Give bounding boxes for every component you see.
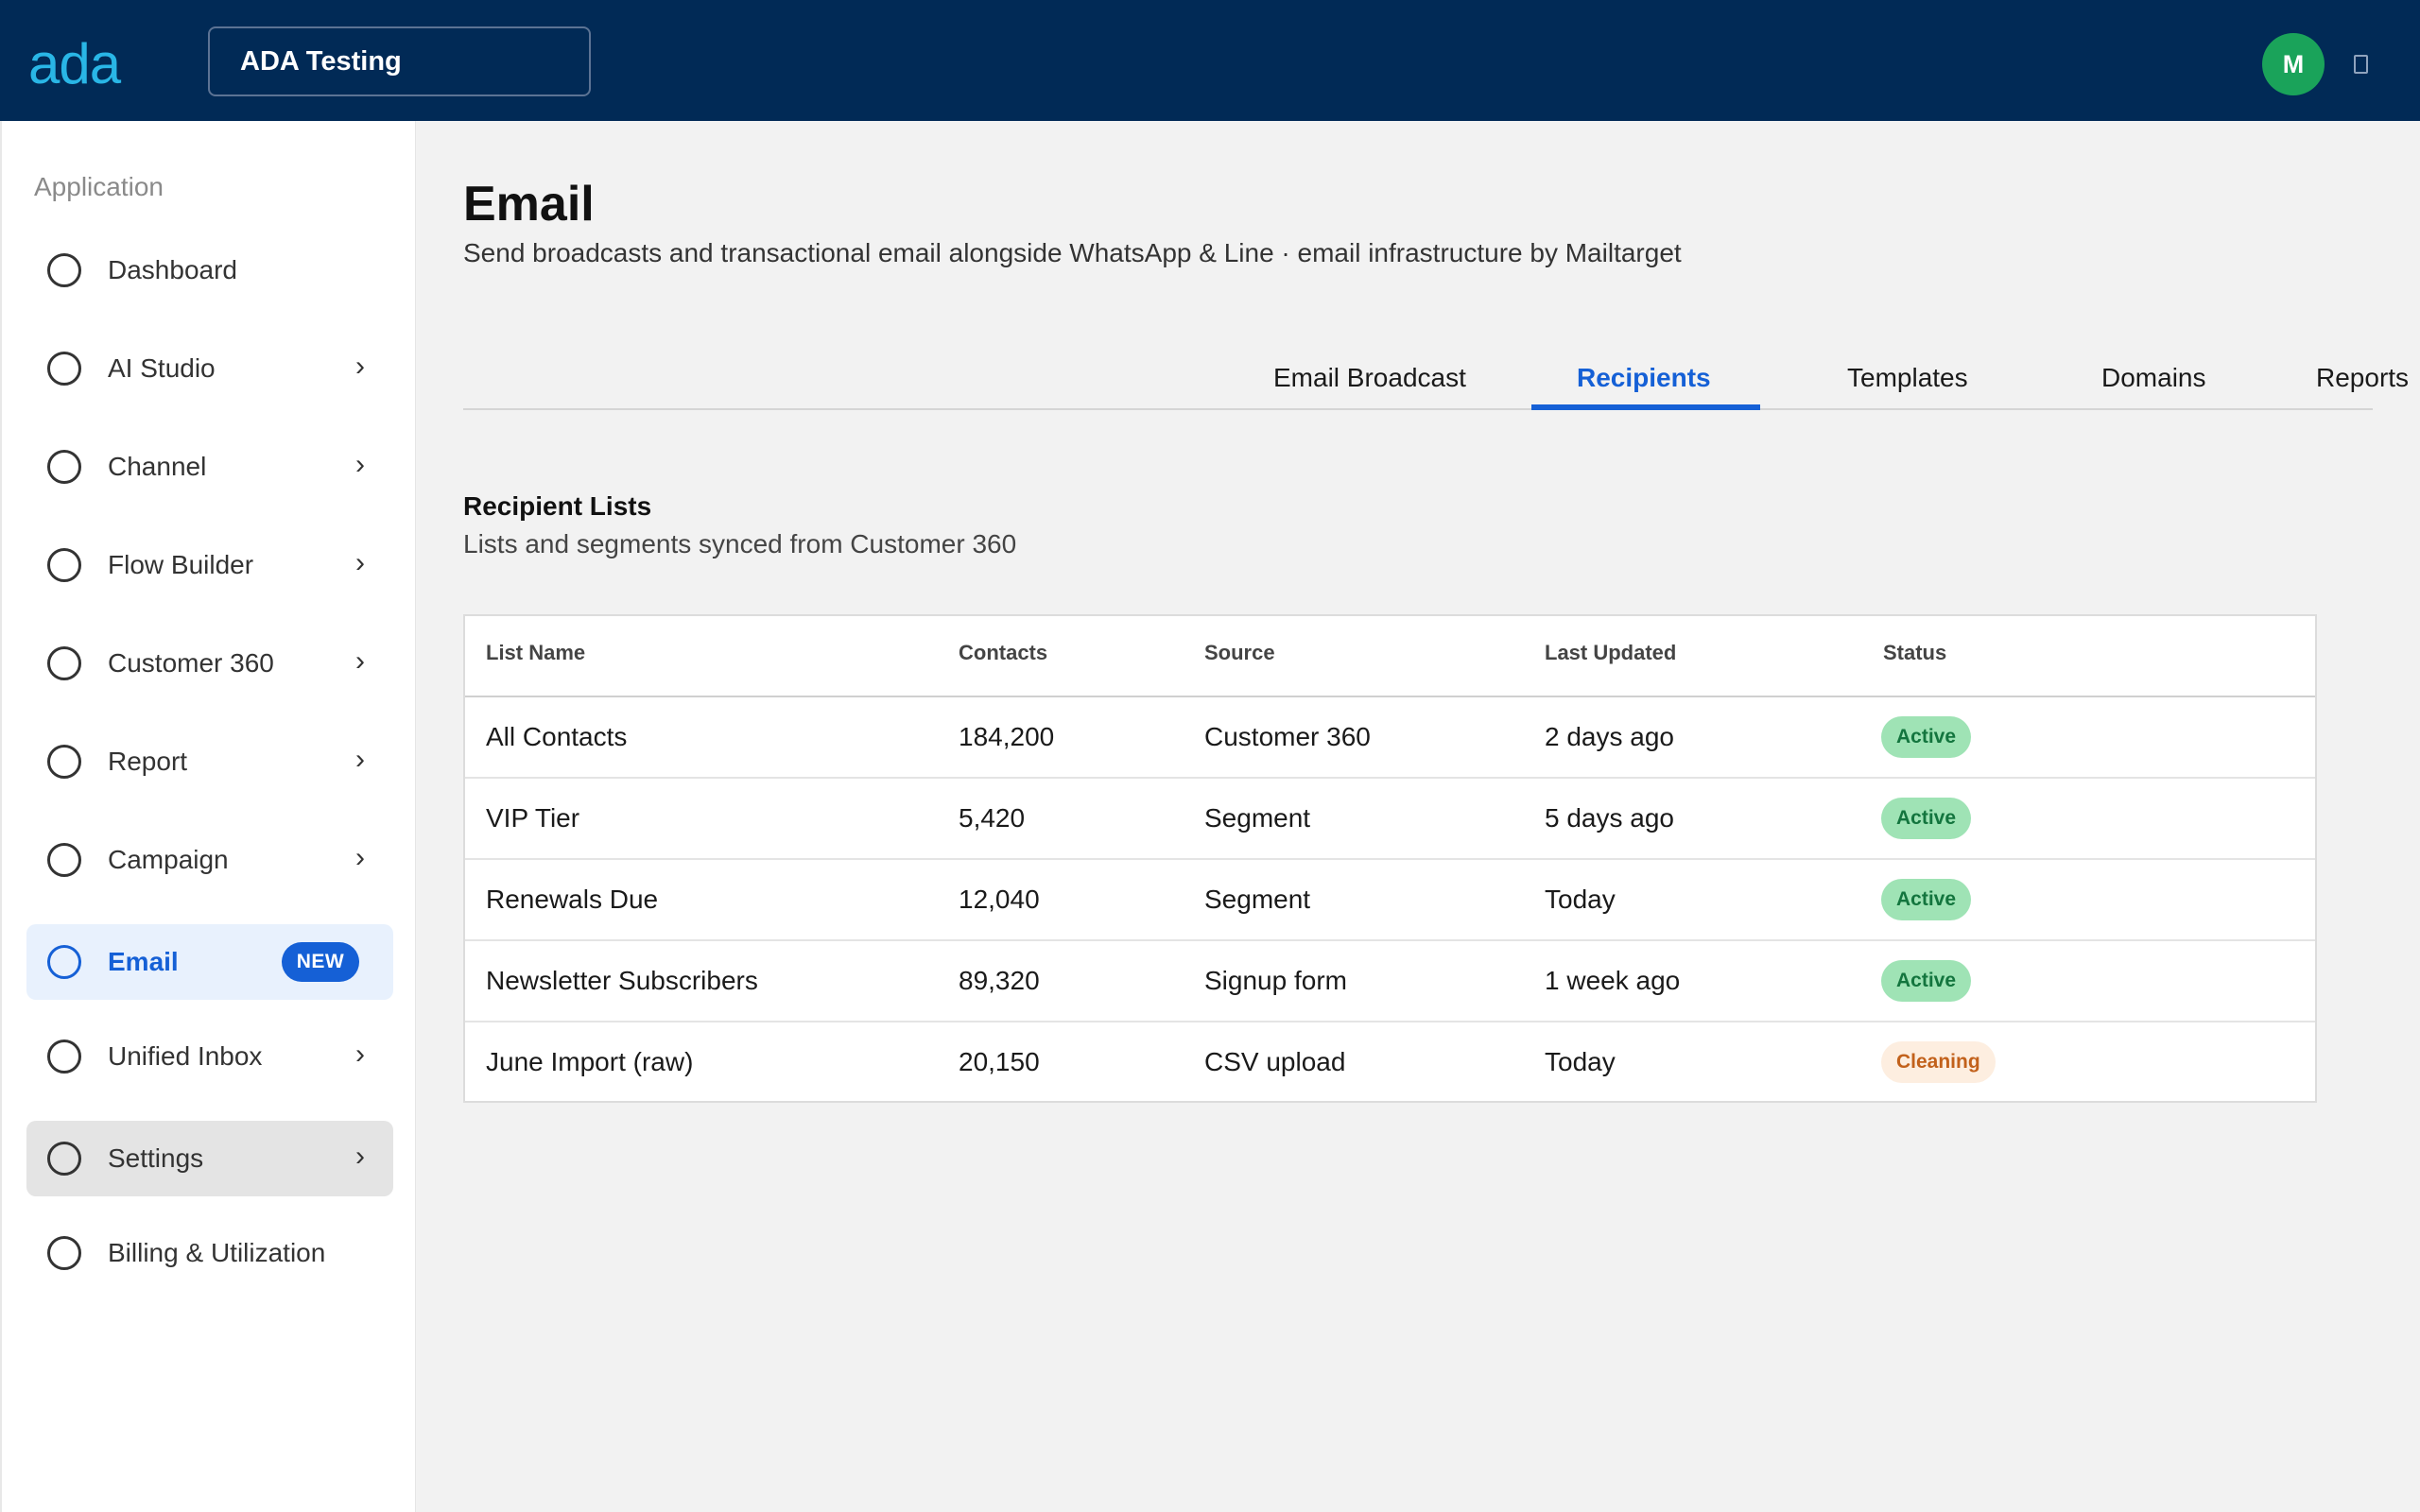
recipient-lists-table: List Name Contacts Source Last Updated S… <box>463 614 2317 1103</box>
sidebar-item-report[interactable]: Report › <box>26 724 393 799</box>
circle-icon <box>47 745 81 779</box>
column-header-last-updated[interactable]: Last Updated <box>1545 641 1676 665</box>
sidebar-item-label: Report <box>108 747 188 776</box>
chevron-right-icon: › <box>355 449 365 480</box>
chevron-right-icon: › <box>355 547 365 578</box>
table-header: List Name Contacts Source Last Updated S… <box>465 616 2315 697</box>
source-cell: Segment <box>1204 885 1311 914</box>
table-row[interactable]: June Import (raw) 20,150 CSV upload Toda… <box>465 1022 2315 1104</box>
status-badge: Active <box>1881 960 1972 1002</box>
source-cell: Signup form <box>1204 966 1347 995</box>
active-tab-indicator <box>1531 404 1760 410</box>
status-badge: Cleaning <box>1881 1041 1996 1083</box>
status-badge: Active <box>1881 716 1972 758</box>
sidebar-item-label: Dashboard <box>108 255 237 284</box>
tab-templates[interactable]: Templates <box>1847 363 1968 393</box>
source-cell: Segment <box>1204 803 1311 833</box>
last-updated-cell: 1 week ago <box>1545 966 1681 995</box>
ada-logo[interactable]: ada <box>28 36 121 93</box>
circle-icon <box>47 1040 81 1074</box>
sidebar-item-label: Email <box>108 947 179 976</box>
list-name-cell: Newsletter Subscribers <box>486 966 758 995</box>
last-updated-cell: Today <box>1545 885 1616 914</box>
sidebar-item-flow-builder[interactable]: Flow Builder › <box>26 527 393 603</box>
contacts-cell: 12,040 <box>959 885 1040 914</box>
sidebar-item-settings[interactable]: Settings › <box>26 1121 393 1196</box>
circle-icon <box>47 352 81 386</box>
new-badge: NEW <box>282 942 359 982</box>
column-header-source[interactable]: Source <box>1204 641 1275 665</box>
sidebar-item-label: Campaign <box>108 845 229 874</box>
contacts-cell: 20,150 <box>959 1047 1040 1076</box>
tab-domains[interactable]: Domains <box>2101 363 2205 393</box>
sidebar-item-campaign[interactable]: Campaign › <box>26 822 393 898</box>
sidebar-item-email[interactable]: Email NEW <box>26 924 393 1000</box>
tab-reports[interactable]: Reports <box>2316 363 2409 393</box>
sidebar-item-label: AI Studio <box>108 353 216 383</box>
sidebar-item-customer-360[interactable]: Customer 360 › <box>26 626 393 701</box>
sidebar-item-channel[interactable]: Channel › <box>26 429 393 505</box>
chevron-right-icon: › <box>355 645 365 677</box>
list-name-cell: All Contacts <box>486 722 628 751</box>
contacts-cell: 184,200 <box>959 722 1055 751</box>
sidebar-item-label: Settings <box>108 1143 204 1173</box>
last-updated-cell: Today <box>1545 1047 1616 1076</box>
sidebar-item-label: Channel <box>108 452 207 481</box>
sidebar: Application Dashboard AI Studio › Channe… <box>0 121 416 1512</box>
sidebar-item-billing[interactable]: Billing & Utilization <box>26 1215 393 1291</box>
chevron-right-icon: › <box>355 1039 365 1070</box>
table-row[interactable]: Renewals Due 12,040 Segment Today Active <box>465 860 2315 941</box>
list-name-cell: Renewals Due <box>486 885 659 914</box>
circle-icon <box>47 253 81 287</box>
page-title: Email <box>463 177 595 232</box>
sidebar-item-label: Unified Inbox <box>108 1041 263 1071</box>
sidebar-item-unified-inbox[interactable]: Unified Inbox › <box>26 1019 393 1094</box>
tab-recipients[interactable]: Recipients <box>1577 363 1711 393</box>
table-row[interactable]: All Contacts 184,200 Customer 360 2 days… <box>465 697 2315 779</box>
table-row[interactable]: VIP Tier 5,420 Segment 5 days ago Active <box>465 779 2315 860</box>
chevron-right-icon: › <box>355 1141 365 1172</box>
circle-icon <box>47 450 81 484</box>
contacts-cell: 5,420 <box>959 803 1026 833</box>
circle-icon <box>47 646 81 680</box>
last-updated-cell: 5 days ago <box>1545 803 1674 833</box>
list-name-cell: VIP Tier <box>486 803 580 833</box>
circle-icon <box>47 843 81 877</box>
sidebar-item-label: Billing & Utilization <box>108 1238 326 1267</box>
source-cell: Customer 360 <box>1204 722 1371 751</box>
table-row[interactable]: Newsletter Subscribers 89,320 Signup for… <box>465 941 2315 1022</box>
column-header-contacts[interactable]: Contacts <box>959 641 1047 665</box>
last-updated-cell: 2 days ago <box>1545 722 1674 751</box>
list-name-cell: June Import (raw) <box>486 1047 694 1076</box>
chevron-right-icon: › <box>355 842 365 873</box>
contacts-cell: 89,320 <box>959 966 1040 995</box>
sidebar-item-label: Flow Builder <box>108 550 254 579</box>
sidebar-heading: Application <box>34 172 164 201</box>
section-subtitle: Lists and segments synced from Customer … <box>463 529 1017 558</box>
circle-icon <box>47 945 81 979</box>
tab-bar: Email Broadcast Recipients Templates Dom… <box>463 350 2409 410</box>
status-badge: Active <box>1881 798 1972 839</box>
workspace-selector[interactable]: ADA Testing <box>208 26 591 96</box>
column-header-status[interactable]: Status <box>1883 641 1946 665</box>
page-subtitle: Send broadcasts and transactional email … <box>463 238 1682 267</box>
circle-icon <box>47 1142 81 1176</box>
column-header-list-name[interactable]: List Name <box>486 641 585 665</box>
user-avatar[interactable]: M <box>2262 33 2325 95</box>
chevron-right-icon: › <box>355 351 365 382</box>
source-cell: CSV upload <box>1204 1047 1346 1076</box>
status-badge: Active <box>1881 879 1972 920</box>
tab-email-broadcast[interactable]: Email Broadcast <box>1273 363 1466 393</box>
panel-toggle-icon[interactable] <box>2354 55 2368 74</box>
top-bar: ada ADA Testing M <box>0 0 2420 121</box>
sidebar-item-label: Customer 360 <box>108 648 274 678</box>
circle-icon <box>47 1236 81 1270</box>
chevron-right-icon: › <box>355 744 365 775</box>
circle-icon <box>47 548 81 582</box>
sidebar-item-ai-studio[interactable]: AI Studio › <box>26 331 393 406</box>
sidebar-item-dashboard[interactable]: Dashboard <box>26 232 393 308</box>
section-title: Recipient Lists <box>463 491 652 521</box>
